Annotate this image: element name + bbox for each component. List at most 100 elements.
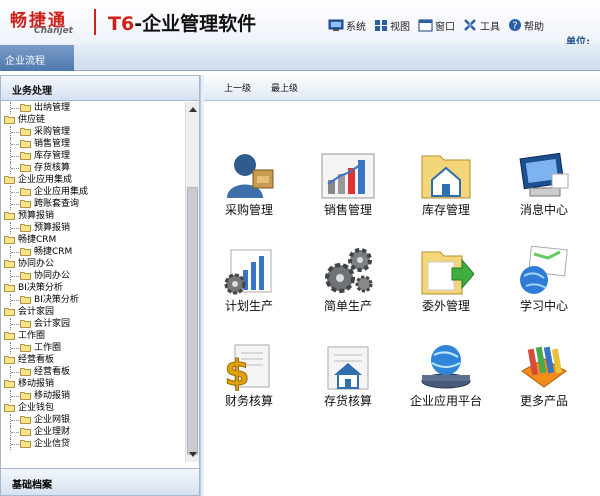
svg-text:$: $	[224, 353, 249, 391]
tree-item-label: 企业网银	[34, 415, 71, 425]
tree-item[interactable]: 供应链	[1, 114, 185, 126]
tree-item[interactable]: 预算报销	[1, 210, 185, 222]
tree-scrollbar[interactable]	[185, 102, 199, 462]
tree-item-label: 企业理财	[34, 427, 71, 437]
app-tile[interactable]: 委外管理	[401, 246, 491, 314]
scroll-up-arrow-icon[interactable]	[189, 107, 197, 112]
panel-title-base-archives[interactable]: 基础档案	[1, 468, 199, 495]
tree-item[interactable]: 畅捷CRM	[1, 234, 185, 246]
menu-help-label: 帮助	[524, 21, 544, 33]
platform-globe-icon	[421, 345, 471, 389]
tree-item[interactable]: 跨账套查询	[1, 198, 185, 210]
menu-view[interactable]: 视图	[374, 18, 410, 33]
tree-item[interactable]: 经营看板	[1, 354, 185, 366]
tree-item[interactable]: 企业网银	[1, 414, 185, 426]
app-tile[interactable]: 存货核算	[303, 341, 393, 409]
tree-item[interactable]: 采购管理	[1, 126, 185, 138]
app-tile[interactable]: $ 财务核算	[204, 341, 294, 409]
folder-icon	[4, 116, 15, 124]
folder-icon	[20, 392, 31, 400]
tree-item[interactable]: 存货核算	[1, 162, 185, 174]
tree-item[interactable]: 企业信贷	[1, 438, 185, 450]
tree-item[interactable]: BI决策分析	[1, 294, 185, 306]
tree-item-label: 库存管理	[34, 151, 71, 161]
app-tile[interactable]: 采购管理	[204, 150, 294, 218]
app-title-rest: -企业管理软件	[134, 13, 257, 35]
menu-window[interactable]: 窗口	[418, 18, 455, 33]
tree-item-label: 协同办公	[18, 259, 55, 269]
svg-text:?: ?	[512, 21, 517, 32]
tree-item[interactable]: 畅捷CRM	[1, 246, 185, 258]
message-center-icon	[519, 152, 569, 197]
folder-icon	[4, 308, 15, 316]
folder-icon	[20, 428, 31, 436]
menu-view-label: 视图	[390, 21, 410, 33]
tree-item-label: 企业应用集成	[34, 187, 89, 197]
menu-system[interactable]: 系统	[328, 18, 366, 33]
folder-icon	[20, 272, 31, 280]
folder-icon	[20, 224, 31, 232]
tree-item-label: 存货核算	[34, 163, 71, 173]
tree-item[interactable]: 企业理财	[1, 426, 185, 438]
folder-icon	[20, 344, 31, 352]
tree-item-label: 经营看板	[18, 355, 55, 365]
folder-icon	[20, 200, 31, 208]
scroll-down-arrow-icon[interactable]	[189, 452, 197, 457]
tree-item[interactable]: 移动报销	[1, 378, 185, 390]
sales-chart-icon	[321, 153, 375, 199]
app-tile[interactable]: 简单生产	[303, 246, 393, 314]
app-tile-label: 财务核算	[224, 394, 273, 408]
tree-item-label: BI决策分析	[34, 295, 79, 305]
app-tile[interactable]: 计划生产	[204, 246, 294, 314]
app-tile[interactable]: 消息中心	[499, 150, 589, 218]
folder-icon	[20, 368, 31, 376]
menu-tools[interactable]: 工具	[463, 18, 500, 33]
tree-item-label: 畅捷CRM	[18, 235, 57, 245]
tree-item[interactable]: 协同办公	[1, 270, 185, 282]
tree-item[interactable]: 企业应用集成	[1, 186, 185, 198]
tree-item[interactable]: 会计家园	[1, 318, 185, 330]
app-title: T6-企业管理软件	[108, 9, 256, 36]
main-area: 上一级 最上级 采购管理 销售管理 库存管理 消息中心 计划生产 简单生产 委外管理 学习中心…	[204, 75, 600, 496]
app-tile-label: 更多产品	[519, 394, 568, 408]
tree-item[interactable]: 库存管理	[1, 150, 185, 162]
app-tile[interactable]: 库存管理	[401, 150, 491, 218]
view-grid-icon	[375, 19, 387, 31]
tab-enterprise-process[interactable]: 企业流程	[0, 45, 74, 71]
app-tile[interactable]: 销售管理	[303, 150, 393, 218]
tree-item[interactable]: 移动报销	[1, 390, 185, 402]
tree-item[interactable]: 工作圈	[1, 342, 185, 354]
more-products-icon	[521, 346, 567, 388]
inventory-folder-icon	[421, 155, 471, 199]
monitor-icon	[328, 19, 344, 31]
app-tile[interactable]: 更多产品	[499, 341, 589, 409]
folder-icon	[4, 404, 15, 412]
tree-item-label: 跨账套查询	[34, 199, 80, 209]
folder-icon	[4, 236, 15, 244]
tree-item[interactable]: 出纳管理	[1, 102, 185, 114]
tree-item[interactable]: 会计家园	[1, 306, 185, 318]
tree-item[interactable]: 协同办公	[1, 258, 185, 270]
app-grid: 采购管理 销售管理 库存管理 消息中心计划生产 简单生产 委外管理 学习中心 $ 财务核算 存货核…	[204, 75, 600, 496]
menu-help[interactable]: ? 帮助	[508, 18, 544, 33]
menu-system-label: 系统	[346, 21, 366, 33]
tree-item-label: BI决策分析	[18, 283, 63, 293]
folder-icon	[20, 128, 31, 136]
folder-icon	[20, 248, 31, 256]
app-tile[interactable]: 学习中心	[499, 246, 589, 314]
tree-item-label: 出纳管理	[34, 103, 71, 113]
scroll-thumb[interactable]	[187, 187, 198, 455]
tree-item-label: 企业钱包	[18, 403, 55, 413]
tree-item[interactable]: BI决策分析	[1, 282, 185, 294]
app-tile-label: 存货核算	[323, 394, 372, 408]
app-tile[interactable]: 企业应用平台	[401, 341, 491, 409]
tree-item[interactable]: 工作圈	[1, 330, 185, 342]
tree-item[interactable]: 经营看板	[1, 366, 185, 378]
plan-production-icon	[224, 249, 272, 295]
tree-item-label: 会计家园	[34, 319, 71, 329]
tree-item[interactable]: 企业应用集成	[1, 174, 185, 186]
panel-title-business[interactable]: 业务处理	[1, 76, 199, 101]
tree-item[interactable]: 预算报销	[1, 222, 185, 234]
tree-item[interactable]: 销售管理	[1, 138, 185, 150]
tree-item[interactable]: 企业钱包	[1, 402, 185, 414]
